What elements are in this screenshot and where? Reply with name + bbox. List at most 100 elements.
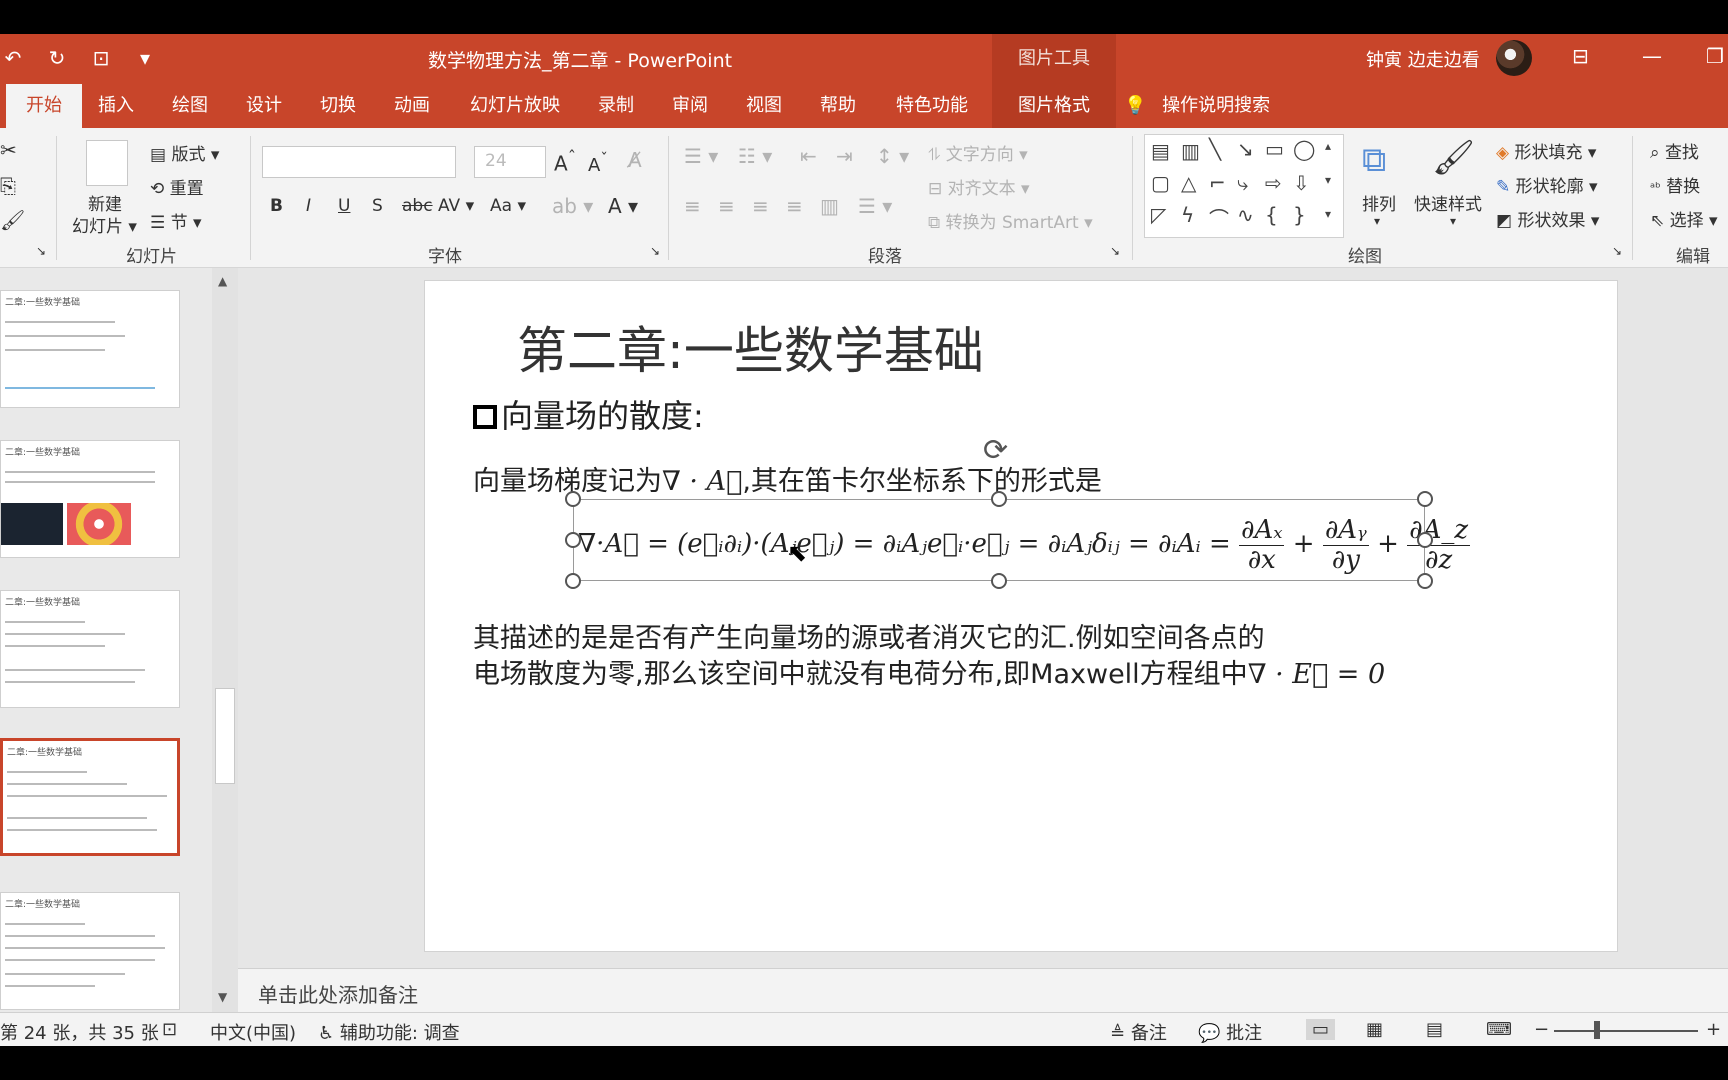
tab-transitions[interactable]: 切换 [316, 84, 360, 128]
tab-special-features[interactable]: 特色功能 [892, 84, 972, 128]
tab-home[interactable]: 开始 [6, 84, 82, 128]
arrow-line-shape-icon[interactable]: ↘ [1237, 137, 1254, 161]
section-button[interactable]: ☰ 节 ▾ [150, 208, 202, 233]
quick-styles-dropdown-icon[interactable]: ▾ [1450, 214, 1456, 228]
notes-placeholder[interactable]: 单击此处添加备注 [258, 979, 418, 1008]
find-button[interactable]: ⌕ 查找 [1650, 138, 1699, 163]
slide-thumbnail[interactable]: 二章:一些数学基础 [0, 590, 180, 708]
slide-title[interactable]: 第二章:一些数学基础 [517, 311, 984, 383]
char-spacing-button[interactable]: AV ▾ [438, 196, 474, 216]
gallery-down-icon[interactable]: ▾ [1325, 173, 1331, 187]
highlight-icon[interactable]: ab ▾ [552, 194, 593, 218]
copy-icon[interactable]: ⎘ [0, 174, 16, 198]
paragraph-text[interactable]: 其描述的是是否有产生向量场的源或者消灭它的汇.例如空间各点的 电场散度为零,那么… [473, 621, 1385, 693]
font-launcher-icon[interactable]: ↘ [650, 244, 660, 258]
bold-button[interactable]: B [270, 196, 283, 216]
layout-button[interactable]: ▤ 版式 ▾ [150, 140, 219, 165]
bullet-heading[interactable]: 向量场的散度: [473, 391, 704, 437]
slide-sorter-icon[interactable]: ▦ [1366, 1019, 1383, 1040]
slide-thumbnail[interactable]: 二章:一些数学基础 [0, 892, 180, 1010]
zoom-slider-handle[interactable] [1594, 1021, 1600, 1039]
tab-record[interactable]: 录制 [594, 84, 638, 128]
left-brace-shape-icon[interactable]: { [1265, 203, 1278, 227]
shape-outline-button[interactable]: ✎ 形状轮廓 ▾ [1496, 172, 1598, 197]
notes-pane[interactable]: 单击此处添加备注 [238, 968, 1728, 1012]
zoom-slider[interactable] [1554, 1030, 1698, 1032]
reading-view-icon[interactable]: ▤ [1426, 1019, 1443, 1040]
shadow-button[interactable]: S [372, 196, 383, 216]
columns-icon[interactable]: ▥ [820, 194, 839, 218]
decrease-indent-icon[interactable]: ⇤ [800, 144, 817, 168]
convert-smartart-button[interactable]: ⧉ 转换为 SmartArt ▾ [928, 208, 1093, 233]
font-name-input[interactable] [262, 146, 456, 178]
arc-shape-icon[interactable]: ⌒ [1209, 203, 1229, 232]
line-shape-icon[interactable]: ╲ [1209, 137, 1221, 161]
paragraph-launcher-icon[interactable]: ↘ [1110, 244, 1120, 258]
italic-button[interactable]: I [306, 196, 311, 216]
tab-design[interactable]: 设计 [242, 84, 286, 128]
drawing-launcher-icon[interactable]: ↘ [1612, 244, 1622, 258]
line-spacing-icon[interactable]: ↕ ▾ [876, 144, 909, 168]
tell-me-search[interactable]: 💡 操作说明搜索 [1120, 84, 1274, 128]
font-color-icon[interactable]: A ▾ [608, 194, 638, 218]
rectangle-shape-icon[interactable]: ▭ [1265, 137, 1284, 161]
cut-icon[interactable]: ✂ [0, 138, 17, 162]
text-direction-button[interactable]: ⥮ 文字方向 ▾ [928, 140, 1028, 165]
slide-thumbnail[interactable]: 二章:一些数学基础 [0, 290, 180, 408]
slide-thumbnail[interactable]: 二章:一些数学基础 [0, 440, 180, 558]
resize-handle-bottom-left[interactable] [565, 573, 581, 589]
shape-fill-button[interactable]: ◈ 形状填充 ▾ [1496, 138, 1596, 163]
resize-handle-top[interactable] [991, 491, 1007, 507]
textbox-shape-icon[interactable]: ▤ [1151, 139, 1170, 163]
customize-qat-icon[interactable]: ▾ [132, 46, 158, 70]
notes-button[interactable]: ≜ 备注 [1110, 1019, 1167, 1045]
scroll-up-icon[interactable]: ▲ [218, 274, 227, 288]
shrink-font-icon[interactable]: Aˇ [588, 150, 608, 176]
tab-insert[interactable]: 插入 [94, 84, 138, 128]
scribble-shape-icon[interactable]: ϟ [1181, 203, 1194, 227]
shapes-gallery[interactable]: ▤ ▥ ╲ ↘ ▭ ◯ ▢ △ ⌐ ⤷ ⇨ ⇩ ◸ ϟ ⌒ ∿ { } ▴ ▾ … [1144, 134, 1344, 238]
numbering-icon[interactable]: ☷ ▾ [738, 144, 772, 168]
minimize-icon[interactable]: — [1642, 44, 1662, 68]
rotate-handle-icon[interactable]: ⟳ [983, 433, 1008, 468]
vertical-textbox-shape-icon[interactable]: ▥ [1181, 139, 1200, 163]
clear-format-icon[interactable]: A̸ [628, 148, 642, 172]
current-slide[interactable]: 第二章:一些数学基础 向量场的散度: 向量场梯度记为∇ · A⃗,其在笛卡尔坐标… [424, 280, 1618, 952]
align-center-icon[interactable]: ≡ [718, 194, 735, 218]
zoom-in-icon[interactable]: + [1706, 1019, 1721, 1040]
align-right-icon[interactable]: ≡ [752, 194, 769, 218]
undo-icon[interactable]: ↶ [0, 46, 26, 70]
accessibility-button[interactable]: ♿ 辅助功能: 调查 [318, 1019, 460, 1045]
align-left-icon[interactable]: ≡ [684, 194, 701, 218]
equation-image-selected[interactable]: ∇·A⃗ = (e⃗ᵢ∂ᵢ)·(Aⱼe⃗ⱼ) = ∂ᵢAⱼe⃗ᵢ·e⃗ⱼ = ∂… [573, 499, 1471, 581]
increase-indent-icon[interactable]: ⇥ [836, 144, 853, 168]
right-arrow-shape-icon[interactable]: ⇨ [1265, 171, 1282, 195]
user-name[interactable]: 钟寅 边走边看 [1366, 46, 1480, 72]
arrange-dropdown-icon[interactable]: ▾ [1374, 214, 1380, 228]
tab-animations[interactable]: 动画 [390, 84, 434, 128]
underline-button[interactable]: U [338, 196, 350, 216]
elbow-connector-shape-icon[interactable]: ⌐ [1209, 171, 1226, 195]
maximize-icon[interactable]: ❐ [1706, 44, 1724, 68]
slideshow-icon[interactable]: ⌨ [1486, 1019, 1512, 1040]
align-text-button[interactable]: ⊟ 对齐文本 ▾ [928, 174, 1030, 199]
right-brace-shape-icon[interactable]: } [1293, 203, 1306, 227]
arrange-button[interactable]: 排列 [1362, 190, 1396, 215]
tab-review[interactable]: 审阅 [668, 84, 712, 128]
quick-styles-button[interactable]: 快速样式 [1414, 190, 1482, 215]
strikethrough-button[interactable]: abc [402, 196, 433, 216]
resize-handle-top-right[interactable] [1417, 491, 1433, 507]
resize-handle-left[interactable] [565, 532, 581, 548]
triangle-shape-icon[interactable]: △ [1181, 171, 1196, 195]
new-slide-dropdown[interactable]: 幻灯片 ▾ [72, 212, 137, 237]
curve-shape-icon[interactable]: ∿ [1237, 203, 1254, 227]
scroll-down-icon[interactable]: ▼ [218, 990, 227, 1004]
tab-picture-format[interactable]: 图片格式 [992, 84, 1116, 128]
avatar[interactable] [1496, 40, 1532, 76]
gallery-more-icon[interactable]: ▾ [1325, 207, 1331, 221]
tab-slideshow[interactable]: 幻灯片放映 [466, 84, 564, 128]
paragraph-direction-icon[interactable]: ☰ ▾ [858, 194, 892, 218]
spellcheck-icon[interactable]: ⊡ [162, 1019, 177, 1040]
clipboard-launcher-icon[interactable]: ↘ [36, 244, 46, 258]
format-painter-icon[interactable]: 🖌 [0, 208, 25, 232]
